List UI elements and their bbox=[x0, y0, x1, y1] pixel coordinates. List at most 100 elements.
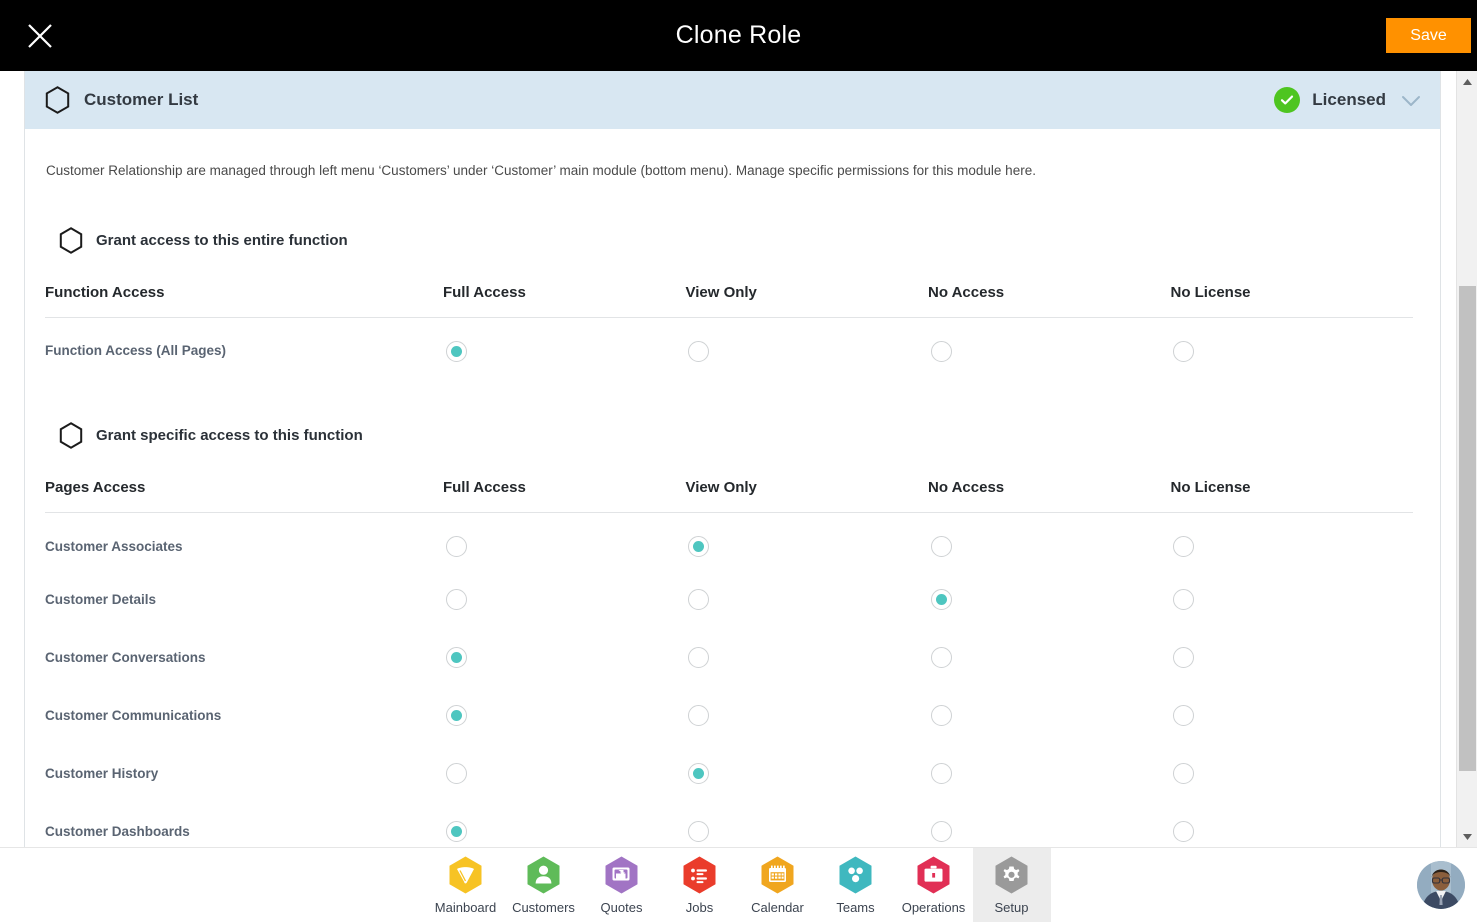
radio-cell[interactable] bbox=[443, 571, 686, 629]
module-description: Customer Relationship are managed throug… bbox=[46, 163, 1036, 178]
radio-option-3[interactable] bbox=[1173, 536, 1195, 558]
radio-cell[interactable] bbox=[928, 803, 1171, 847]
section-header-customer-list[interactable]: Customer List Licensed bbox=[25, 71, 1440, 129]
radio-option-1[interactable] bbox=[688, 763, 710, 785]
radio-dot bbox=[936, 826, 947, 837]
radio-option-3[interactable] bbox=[1173, 763, 1195, 785]
radio-cell[interactable] bbox=[443, 687, 686, 745]
radio-cell[interactable] bbox=[443, 513, 686, 571]
radio-cell[interactable] bbox=[1170, 745, 1413, 803]
avatar-photo bbox=[1417, 861, 1465, 909]
mainboard-icon bbox=[447, 855, 484, 896]
radio-option-3[interactable] bbox=[1173, 821, 1195, 843]
row-label: Customer Associates bbox=[45, 538, 183, 554]
scroll-up-button[interactable] bbox=[1457, 71, 1477, 92]
radio-dot bbox=[693, 541, 705, 553]
radio-dot bbox=[693, 826, 704, 837]
row-label: Customer Communications bbox=[45, 707, 222, 723]
radio-option-2[interactable] bbox=[930, 536, 952, 558]
radio-cell[interactable] bbox=[1170, 803, 1413, 847]
radio-option-1[interactable] bbox=[688, 589, 710, 611]
radio-option-0[interactable] bbox=[445, 763, 467, 785]
radio-option-3[interactable] bbox=[1173, 647, 1195, 669]
bottom-navigation: Mainboard Customers Quotes Jobs Calendar Team… bbox=[0, 847, 1477, 922]
row-label: Customer Conversations bbox=[45, 649, 206, 665]
function-access-rows: Function Access (All Pages) bbox=[45, 317, 1413, 375]
nav-item-quotes[interactable]: Quotes bbox=[583, 848, 661, 922]
subheading-entire-function: Grant access to this entire function bbox=[45, 226, 1420, 254]
nav-item-mainboard[interactable]: Mainboard bbox=[427, 848, 505, 922]
radio-option-1[interactable] bbox=[688, 536, 710, 558]
hexagon-icon bbox=[59, 226, 83, 254]
radio-cell[interactable] bbox=[685, 803, 928, 847]
nav-item-customers[interactable]: Customers bbox=[505, 848, 583, 922]
radio-cell[interactable] bbox=[443, 317, 686, 375]
nav-item-calendar[interactable]: Calendar bbox=[739, 848, 817, 922]
section-header-right: Licensed bbox=[1274, 87, 1424, 113]
radio-option-2[interactable] bbox=[930, 340, 952, 362]
nav-item-label: Setup bbox=[994, 900, 1029, 915]
nav-item-jobs[interactable]: Jobs bbox=[661, 848, 739, 922]
hexagon-icon bbox=[45, 86, 70, 114]
teams-icon bbox=[837, 855, 874, 896]
scrollbar-thumb[interactable] bbox=[1459, 286, 1476, 771]
list-icon bbox=[681, 855, 718, 896]
radio-option-0[interactable] bbox=[445, 647, 467, 669]
section-title: Customer List bbox=[84, 90, 199, 109]
chevron-down-icon[interactable] bbox=[1398, 87, 1424, 113]
radio-cell[interactable] bbox=[685, 629, 928, 687]
radio-option-1[interactable] bbox=[688, 705, 710, 727]
radio-option-3[interactable] bbox=[1173, 340, 1195, 362]
radio-option-1[interactable] bbox=[688, 340, 710, 362]
radio-option-0[interactable] bbox=[445, 589, 467, 611]
nav-item-setup[interactable]: Setup bbox=[972, 848, 1051, 922]
radio-cell[interactable] bbox=[928, 687, 1171, 745]
radio-cell[interactable] bbox=[928, 317, 1171, 375]
radio-option-2[interactable] bbox=[930, 705, 952, 727]
radio-cell[interactable] bbox=[685, 513, 928, 571]
table-header-row: Pages Access Full Access View Only No Ac… bbox=[45, 479, 1413, 514]
nav-item-label: Operations bbox=[901, 900, 966, 915]
radio-option-1[interactable] bbox=[688, 647, 710, 669]
radio-cell[interactable] bbox=[685, 571, 928, 629]
radio-option-0[interactable] bbox=[445, 536, 467, 558]
radio-option-2[interactable] bbox=[930, 647, 952, 669]
nav-item-operations[interactable]: Operations bbox=[895, 848, 973, 922]
radio-cell[interactable] bbox=[1170, 629, 1413, 687]
radio-option-0[interactable] bbox=[445, 340, 467, 362]
scroll-down-button[interactable] bbox=[1457, 826, 1477, 847]
radio-cell[interactable] bbox=[1170, 317, 1413, 375]
radio-option-2[interactable] bbox=[930, 589, 952, 611]
radio-cell[interactable] bbox=[928, 513, 1171, 571]
radio-option-2[interactable] bbox=[930, 821, 952, 843]
radio-option-0[interactable] bbox=[445, 821, 467, 843]
radio-option-1[interactable] bbox=[688, 821, 710, 843]
radio-dot bbox=[693, 346, 704, 357]
radio-cell[interactable] bbox=[1170, 571, 1413, 629]
radio-cell[interactable] bbox=[928, 629, 1171, 687]
nav-item-label: Quotes bbox=[600, 900, 643, 915]
top-bar: Clone Role Save bbox=[0, 0, 1477, 71]
radio-option-0[interactable] bbox=[445, 705, 467, 727]
radio-cell[interactable] bbox=[443, 803, 686, 847]
save-button[interactable]: Save bbox=[1386, 18, 1471, 53]
radio-cell[interactable] bbox=[685, 745, 928, 803]
radio-cell[interactable] bbox=[928, 571, 1171, 629]
radio-cell[interactable] bbox=[1170, 687, 1413, 745]
radio-cell[interactable] bbox=[685, 687, 928, 745]
radio-cell[interactable] bbox=[443, 745, 686, 803]
vertical-scrollbar[interactable] bbox=[1456, 71, 1477, 847]
radio-option-3[interactable] bbox=[1173, 705, 1195, 727]
radio-option-3[interactable] bbox=[1173, 589, 1195, 611]
nav-item-teams[interactable]: Teams bbox=[817, 848, 895, 922]
radio-cell[interactable] bbox=[1170, 513, 1413, 571]
radio-dot bbox=[451, 541, 462, 552]
row-label: Function Access (All Pages) bbox=[45, 343, 227, 359]
avatar[interactable] bbox=[1417, 861, 1465, 909]
row-label-cell: Customer Conversations bbox=[45, 629, 443, 687]
radio-cell[interactable] bbox=[685, 317, 928, 375]
radio-option-2[interactable] bbox=[930, 763, 952, 785]
radio-cell[interactable] bbox=[928, 745, 1171, 803]
radio-cell[interactable] bbox=[443, 629, 686, 687]
content-scroll-viewport: Customer List Licensed Customer Relation… bbox=[0, 71, 1477, 847]
